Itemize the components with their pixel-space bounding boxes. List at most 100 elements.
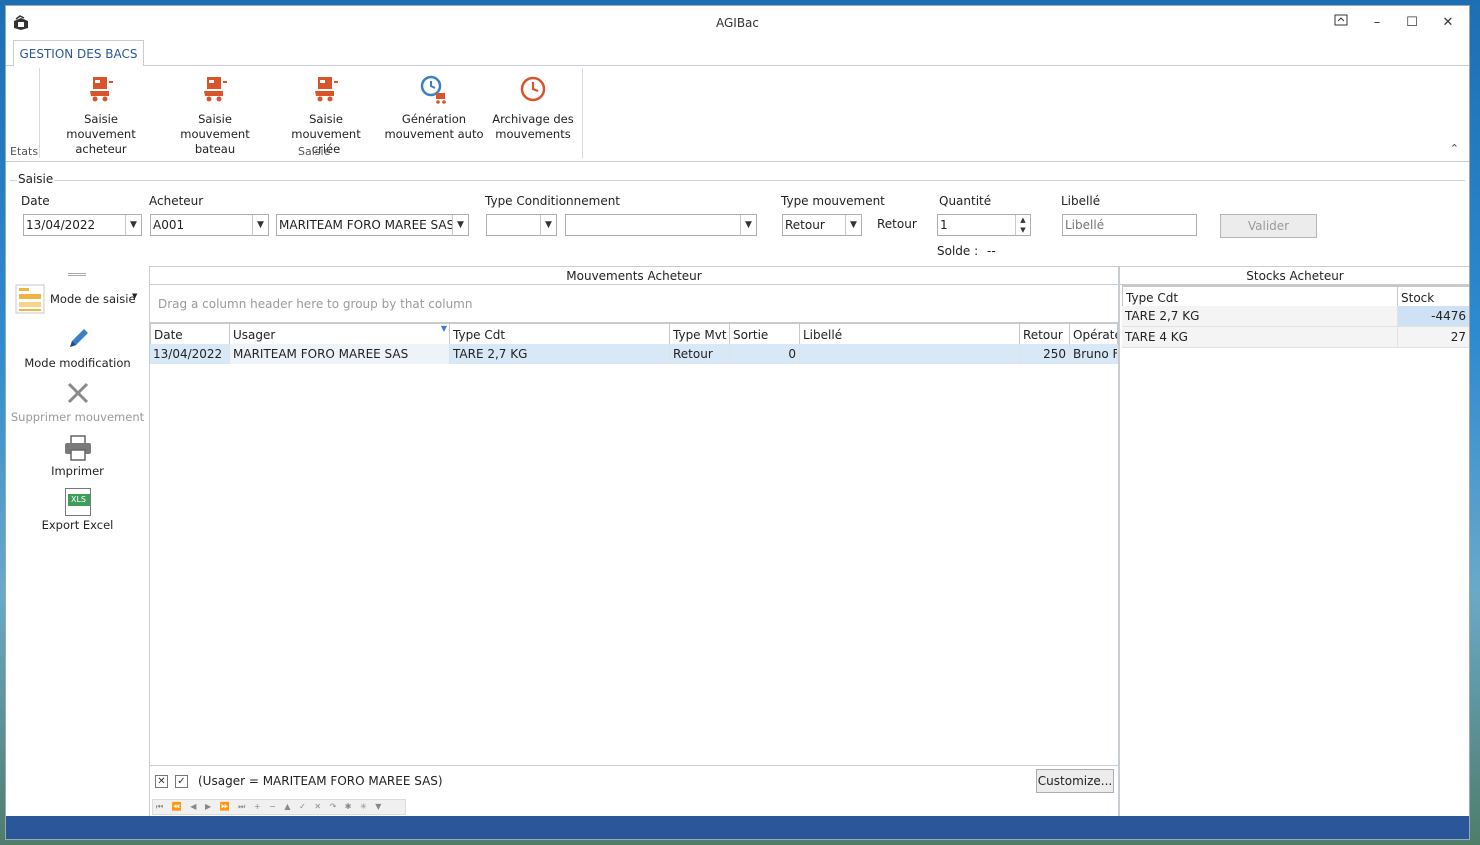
column-header-retour[interactable]: Retour [1020, 323, 1070, 344]
cell-type-cdt: TARE 2,7 KG [450, 344, 670, 364]
mode-saisie-button[interactable]: Mode de saisie ▼ [6, 284, 149, 316]
saisie-panel: Saisie Date 13/04/2022 ▼ Acheteur A001 ▼… [6, 164, 1469, 266]
quantite-label: Quantité [939, 194, 992, 208]
supprimer-mouvement-label: Supprimer mouvement [10, 410, 145, 424]
imprimer-label: Imprimer [51, 464, 104, 478]
tab-gestion-des-bacs[interactable]: GESTION DES BACS [13, 40, 144, 67]
export-excel-label: Export Excel [41, 518, 114, 532]
xls-badge: XLS [67, 494, 90, 506]
caret-down-icon: ▼ [132, 292, 138, 300]
table-row[interactable]: 13/04/2022 MARITEAM FORO MAREE SAS TARE … [150, 344, 1118, 364]
form-list-icon [15, 284, 45, 314]
generation-mouvement-auto-button[interactable]: Génération mouvement auto [384, 74, 484, 142]
column-header-type-cdt[interactable]: Type Cdt [1122, 286, 1398, 306]
pencil-icon [69, 329, 88, 347]
table-row[interactable]: TARE 4 KG 27 [1122, 327, 1469, 348]
spin-arrows-icon[interactable]: ▲ ▼ [1015, 215, 1030, 235]
libelle-input[interactable] [1062, 214, 1197, 236]
ribbon-display-button[interactable] [1330, 14, 1352, 32]
chevron-down-icon[interactable]: ▼ [540, 215, 556, 235]
acheteur-label: Acheteur [149, 194, 204, 208]
drag-handle[interactable] [68, 273, 86, 276]
mode-modification-button[interactable]: Mode modification [6, 326, 149, 370]
group-label-saisie: Saisie [298, 145, 331, 158]
chevron-down-icon[interactable]: ▼ [740, 215, 756, 235]
type-conditionnement-code-select[interactable]: ▼ [486, 214, 557, 236]
cart-icon [315, 77, 338, 102]
chevron-down-icon[interactable]: ▼ [845, 215, 861, 235]
type-mouvement-text: Retour [877, 217, 917, 231]
saisie-legend: Saisie [17, 172, 55, 186]
acheteur-code-value: A001 [153, 218, 185, 232]
customize-filter-button[interactable]: Customize... [1036, 769, 1114, 793]
cell-type-cdt: TARE 4 KG [1122, 327, 1398, 347]
imprimer-button[interactable]: Imprimer [6, 434, 149, 478]
excel-file-icon: XLS [64, 488, 91, 516]
delete-x-icon [67, 382, 88, 404]
column-header-stock[interactable]: Stock [1398, 286, 1469, 306]
minimize-button[interactable]: – [1366, 14, 1388, 32]
cell-retour: 250 [1020, 344, 1070, 364]
cell-libelle [800, 344, 1020, 364]
supprimer-mouvement-button[interactable]: Supprimer mouvement [6, 380, 149, 424]
button-label-line1: Archivage des [492, 112, 574, 126]
cell-type-mvt: Retour [670, 344, 730, 364]
left-toolbar: Mode de saisie ▼ Mode modification Suppr… [6, 268, 149, 817]
saisie-mouvement-bateau-button[interactable]: Saisie mouvement bateau [162, 74, 268, 157]
mouvements-acheteur-panel: Mouvements Acheteur Drag a column header… [149, 266, 1119, 817]
acheteur-code-select[interactable]: A001 ▼ [150, 214, 269, 236]
cell-date: 13/04/2022 [150, 344, 230, 364]
chevron-down-icon[interactable]: ▼ [252, 215, 268, 235]
acheteur-name-select[interactable]: MARITEAM FORO MAREE SAS ▼ [276, 214, 469, 236]
date-field[interactable]: 13/04/2022 ▼ [23, 214, 142, 236]
filter-icon[interactable]: ▼ [441, 324, 447, 340]
ribbon-display-icon [1334, 14, 1348, 26]
type-mouvement-select[interactable]: Retour ▼ [782, 214, 862, 236]
navigator-buttons[interactable]: ⏮ ⏪ ◀ ▶ ⏩ ⏭ + − ▲ ✓ ✕ ↷ ✱ ✳ ▼ [152, 799, 406, 815]
group-by-panel[interactable]: Drag a column header here to group by th… [150, 285, 1118, 323]
column-header-date[interactable]: Date [150, 323, 230, 344]
cart-icon [90, 77, 113, 102]
type-conditionnement-name-select[interactable]: ▼ [565, 214, 757, 236]
status-bar [6, 816, 1469, 839]
app-window: AGIBac – ☐ ✕ GESTION DES BACS Etats Sais… [5, 5, 1470, 840]
window-title: AGIBac [715, 16, 760, 30]
solde-label: Solde : [937, 244, 979, 258]
cell-operateur: Bruno F [1070, 344, 1118, 364]
column-header-type-cdt[interactable]: Type Cdt [450, 323, 670, 344]
close-button[interactable]: ✕ [1437, 14, 1459, 32]
valider-button[interactable]: Valider [1220, 214, 1317, 238]
column-header-operateur[interactable]: Opérate [1070, 323, 1118, 344]
quantite-value: 1 [940, 218, 948, 232]
saisie-mouvement-acheteur-button[interactable]: Saisie mouvement acheteur [48, 74, 154, 157]
button-label-line2: acheteur [75, 142, 127, 156]
archivage-mouvements-button[interactable]: Archivage des mouvements [490, 74, 576, 142]
cell-sortie: 0 [730, 344, 800, 364]
cell-stock: -4476 [1398, 306, 1469, 326]
chevron-down-icon[interactable]: ▼ [452, 215, 468, 235]
column-header-libelle[interactable]: Libellé [800, 323, 1020, 344]
mode-modification-label: Mode modification [24, 356, 131, 370]
column-header-sortie[interactable]: Sortie [730, 323, 800, 344]
button-label-line1: Génération [401, 112, 467, 126]
title-bar: AGIBac – ☐ ✕ [6, 6, 1469, 40]
collapse-ribbon-button[interactable]: ⌃ [1450, 142, 1459, 155]
clear-filter-icon[interactable]: ✕ [155, 775, 168, 788]
table-row[interactable]: TARE 2,7 KG -4476 [1122, 306, 1469, 327]
ribbon: Etats Saisie mouvement acheteur Saisie m… [6, 66, 1469, 162]
clock-cart-icon [420, 75, 446, 104]
chevron-down-icon[interactable]: ▼ [125, 215, 141, 235]
filter-expression[interactable]: (Usager = MARITEAM FORO MAREE SAS) [198, 774, 443, 788]
filter-enabled-checkbox[interactable]: ✓ [175, 775, 188, 788]
button-label-line2: bateau [194, 142, 236, 156]
stocks-panel-title: Stocks Acheteur [1120, 267, 1469, 285]
column-header-usager[interactable]: Usager ▼ [230, 323, 450, 344]
group-divider [582, 68, 583, 158]
maximize-button[interactable]: ☐ [1401, 14, 1423, 32]
stocks-acheteur-panel: Stocks Acheteur Type Cdt Stock TARE 2,7 … [1119, 266, 1469, 817]
column-header-type-mvt[interactable]: Type Mvt [670, 323, 730, 344]
grid-header-row: Date Usager ▼ Type Cdt Type Mvt Sortie L… [150, 323, 1118, 344]
export-excel-button[interactable]: XLS Export Excel [6, 488, 149, 532]
quantite-stepper[interactable]: 1 ▲ ▼ [937, 214, 1031, 236]
solde-value: -- [987, 244, 996, 258]
